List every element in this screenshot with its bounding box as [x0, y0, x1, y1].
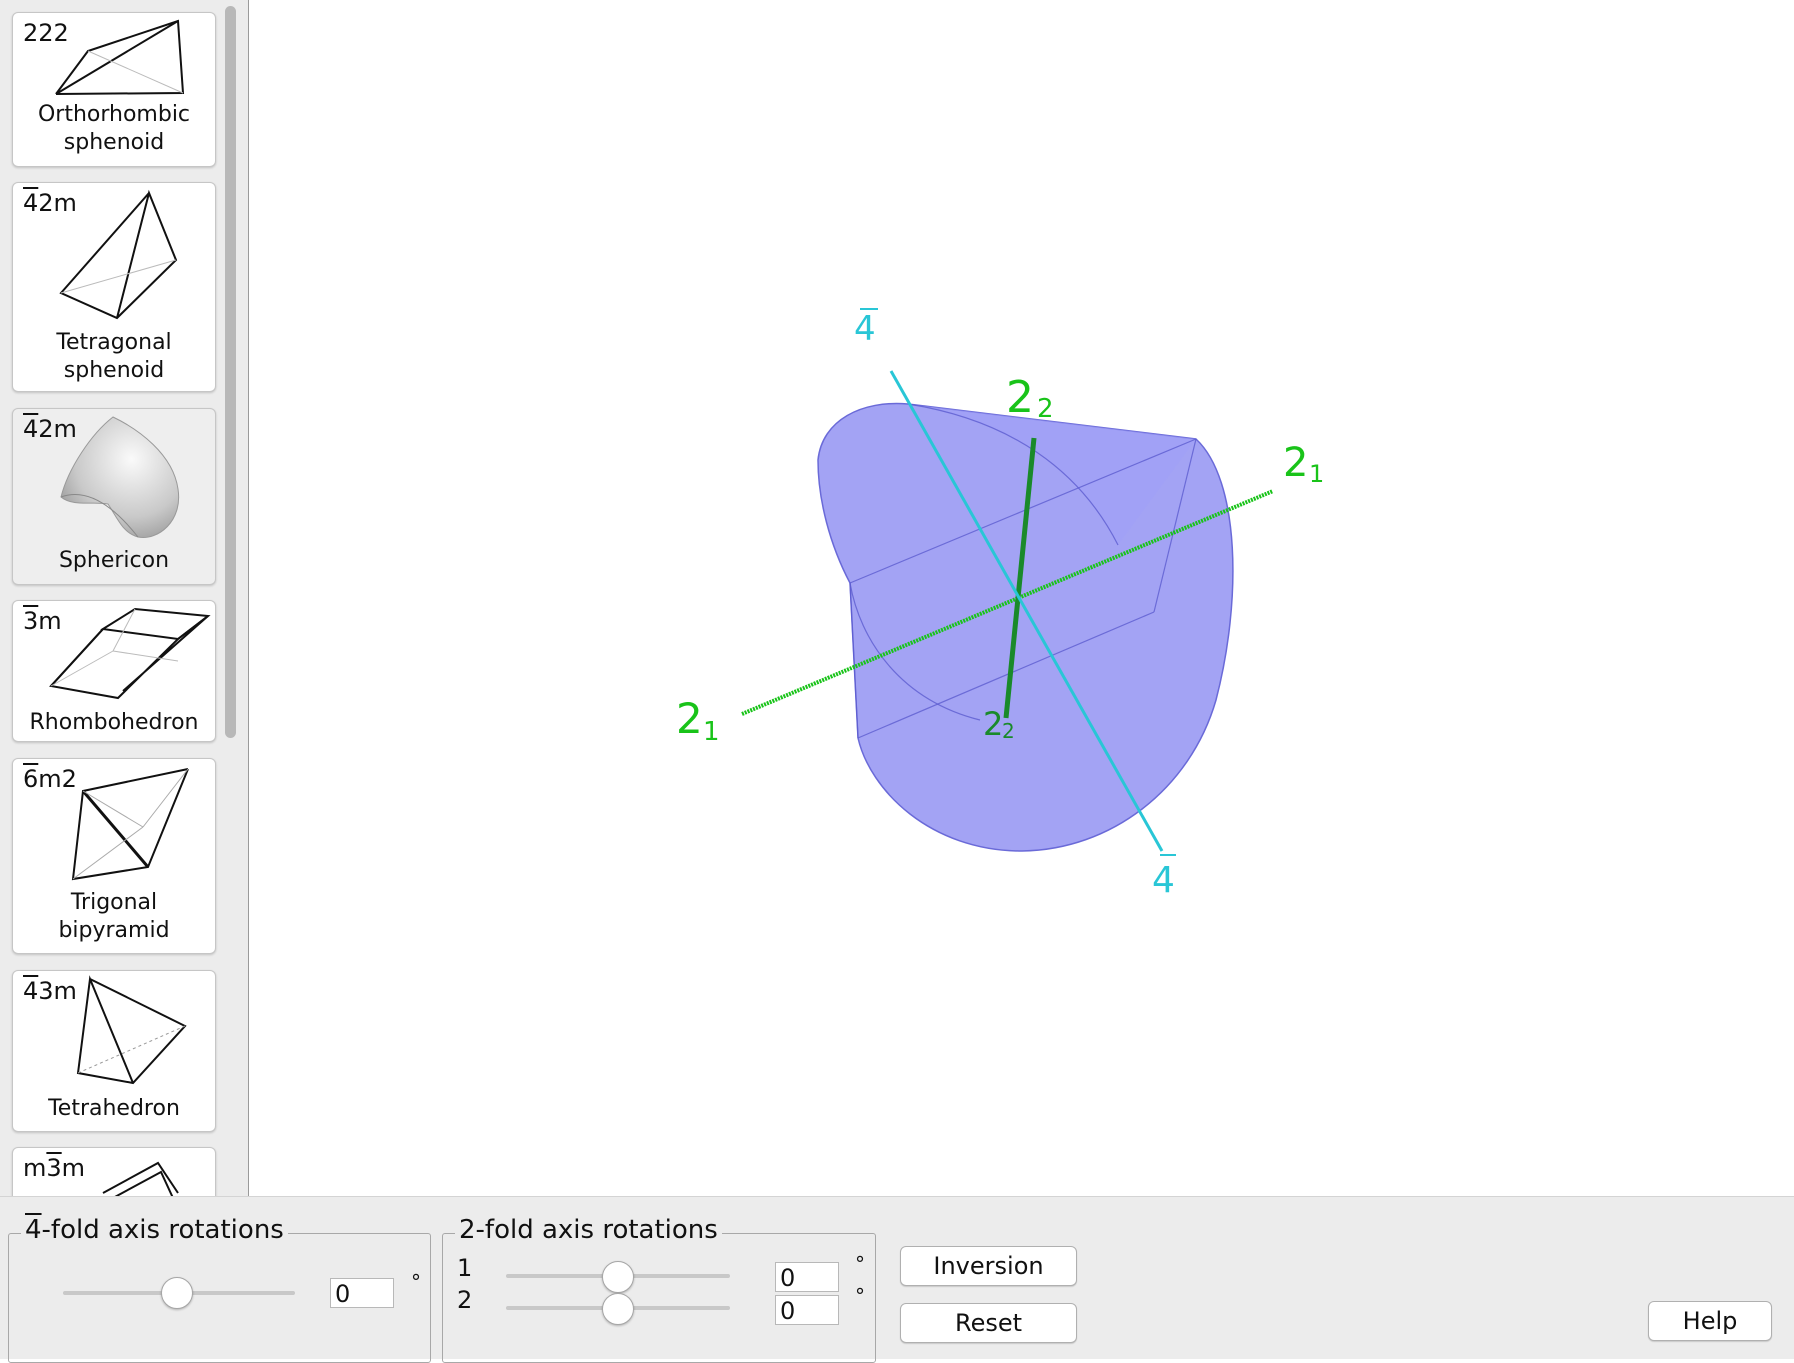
trigonal-bipyramid-icon: [71, 768, 189, 881]
shape-card-trigonal-bipyramid[interactable]: 6m2 Trigonal bipyramid: [12, 758, 216, 954]
twofold-axis-2-label-top: 2: [1006, 372, 1034, 423]
cube-octahedron-icon: [102, 1161, 179, 1196]
twofold-axis-2-label-top-sub: 2: [1037, 394, 1054, 424]
help-button[interactable]: Help: [1648, 1301, 1772, 1341]
twofold-rotation-group: 2-fold axis rotations 1 0 ° 2 0 °: [442, 1214, 876, 1363]
shape-card-rhombohedron[interactable]: 3m Rhombohedron: [12, 600, 216, 742]
fourfold-group-title: 4-fold axis rotations: [21, 1214, 288, 1246]
twofold-2-slider-knob[interactable]: [602, 1293, 634, 1325]
sphericon-icon: [60, 416, 180, 538]
tetrahedron-icon: [76, 975, 187, 1085]
shape-name: Tetragonal sphenoid: [56, 330, 172, 383]
twofold-row-1-label: 1: [457, 1254, 473, 1282]
twofold-axis-1-label-right-sub: 1: [1309, 460, 1324, 488]
twofold-axis-2-label-bottom-sub: 2: [1002, 719, 1015, 743]
fourbar-axis-label-top: 4: [854, 309, 876, 349]
twofold-row-2-label: 2: [457, 1286, 473, 1314]
fourbar-axis-label-bottom: 4: [1152, 860, 1175, 901]
twofold-axis-1-label-right: 2: [1283, 440, 1308, 486]
shape-name: Orthorhombic sphenoid: [37, 102, 191, 155]
shape-card-orthorhombic-sphenoid[interactable]: 222 Orthorhombic sphenoid: [12, 12, 216, 167]
shape-card-tetrahedron[interactable]: 43m Tetrahedron: [12, 970, 216, 1132]
shape-card-sphericon[interactable]: 42m Sphericon: [12, 408, 216, 585]
twofold-1-angle-input[interactable]: 0: [775, 1262, 839, 1292]
sidebar-scrollbar[interactable]: [222, 4, 238, 1190]
degree-symbol: °: [855, 1284, 865, 1308]
degree-symbol: °: [855, 1252, 865, 1276]
tetragonal-sphenoid-icon: [59, 189, 178, 320]
fourfold-rotation-group: 4-fold axis rotations 0 °: [8, 1214, 431, 1363]
reset-button[interactable]: Reset: [900, 1303, 1077, 1343]
shape-name: Tetrahedron: [48, 1096, 180, 1121]
fourfold-angle-input[interactable]: 0: [330, 1278, 394, 1308]
shape-name: Sphericon: [58, 548, 170, 573]
shape-card-tetragonal-sphenoid[interactable]: 42m Tetragonal sphenoid: [12, 182, 216, 392]
shape-list-sidebar: 222 Orthorhombic sphenoid 42m Tetragonal…: [0, 0, 249, 1196]
twofold-axis-1-label-left: 2: [676, 694, 703, 743]
degree-symbol: °: [411, 1270, 421, 1294]
twofold-group-title: 2-fold axis rotations: [455, 1214, 722, 1246]
sidebar-scrollbar-thumb[interactable]: [225, 6, 236, 738]
rhombohedron-icon: [49, 607, 211, 700]
shape-name: Rhombohedron: [29, 710, 199, 735]
inversion-button[interactable]: Inversion: [900, 1246, 1077, 1286]
orthorhombic-sphenoid-icon: [55, 19, 185, 95]
3d-viewer[interactable]: 4 4 2 2 2 2 2 1 2 1: [249, 0, 1794, 1196]
twofold-2-angle-input[interactable]: 0: [775, 1295, 839, 1325]
twofold-axis-2-label-bottom: 2: [983, 705, 1003, 743]
sphericon-scene[interactable]: 4 4 2 2 2 2 2 1 2 1: [249, 0, 1794, 1196]
shape-name: Trigonal bipyramid: [58, 890, 170, 943]
twofold-axis-1-label-left-sub: 1: [703, 717, 720, 747]
shape-card-cube[interactable]: m3m: [12, 1147, 216, 1196]
fourfold-slider-knob[interactable]: [161, 1277, 193, 1309]
rotation-control-panel: 4-fold axis rotations 0 ° 2-fold axis ro…: [0, 1196, 1794, 1363]
twofold-1-slider-knob[interactable]: [602, 1261, 634, 1293]
